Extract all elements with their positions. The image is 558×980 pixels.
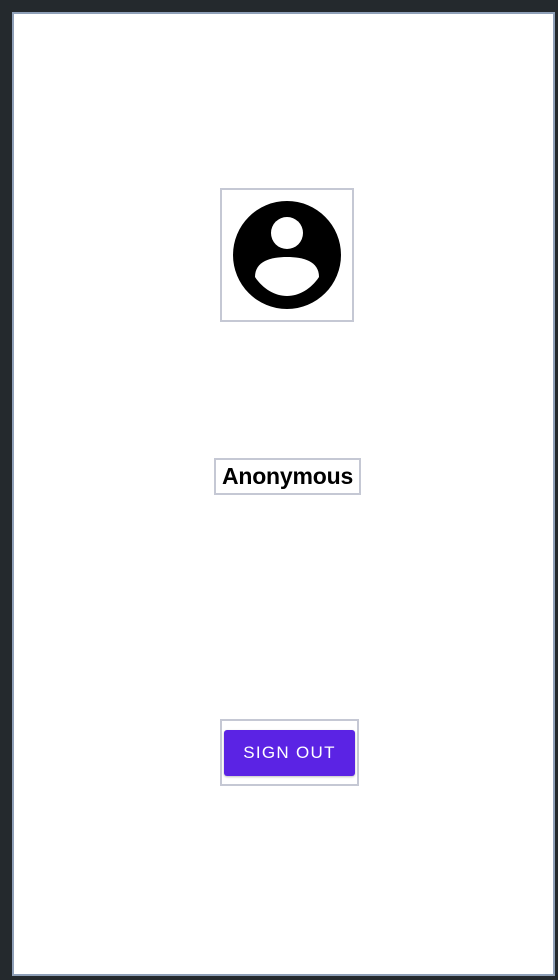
profile-screen: Anonymous SIGN OUT — [14, 14, 553, 974]
device-frame: Anonymous SIGN OUT — [12, 12, 555, 976]
display-name: Anonymous — [221, 463, 354, 489]
account-circle-icon — [233, 201, 341, 309]
sign-out-button[interactable]: SIGN OUT — [224, 729, 355, 776]
avatar — [220, 188, 354, 322]
display-name-container: Anonymous — [214, 458, 361, 495]
sign-out-container: SIGN OUT — [220, 719, 359, 786]
